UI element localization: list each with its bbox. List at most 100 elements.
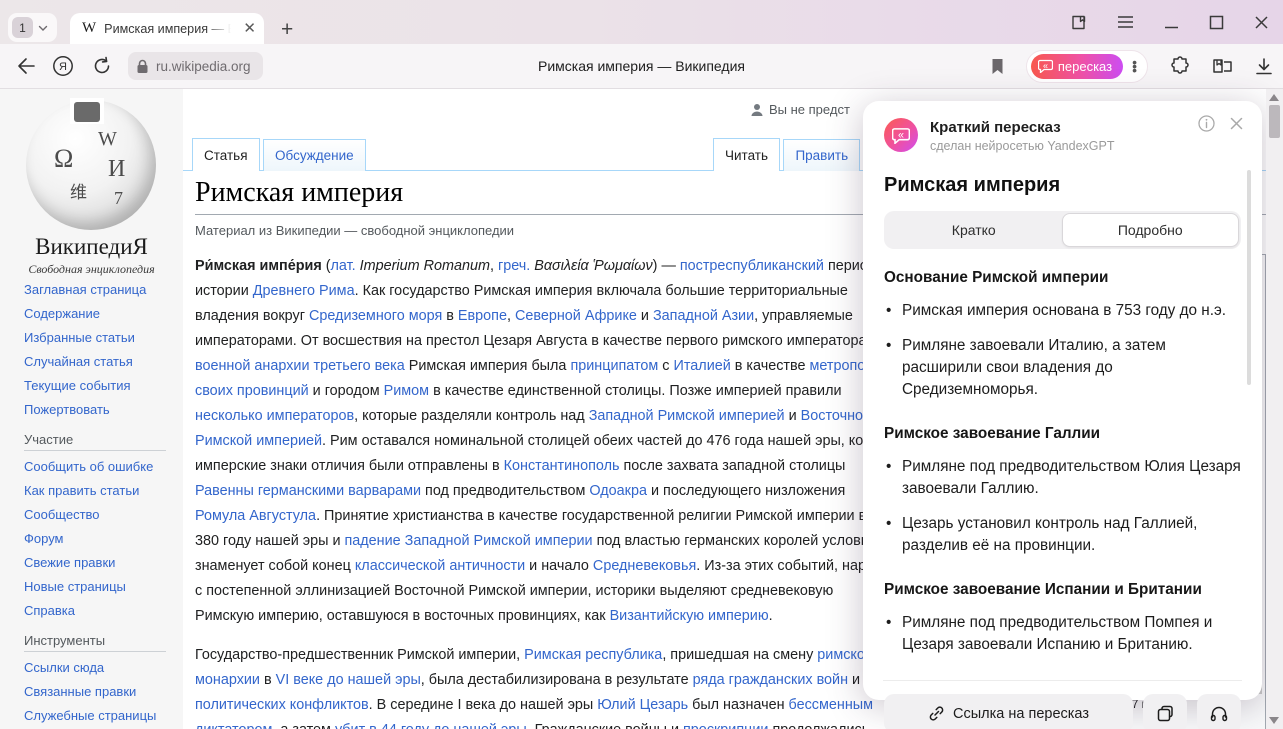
wiki-link[interactable]: Западной Римской империей xyxy=(589,408,785,424)
maximize-icon[interactable] xyxy=(1209,15,1224,30)
browser-scrollbar[interactable] xyxy=(1266,89,1283,729)
panel-scrollbar-thumb[interactable] xyxy=(1247,170,1251,385)
sidebar-link[interactable]: Избранные статьи xyxy=(24,330,135,345)
wiki-link[interactable]: Ромула Августула xyxy=(195,508,316,524)
wiki-link[interactable]: Европе xyxy=(458,308,507,324)
wiki-link[interactable]: принципатом xyxy=(570,358,658,374)
wiki-link[interactable]: лат. xyxy=(331,258,356,274)
sidebar-link[interactable]: Текущие события xyxy=(24,378,131,393)
article-text: и xyxy=(637,308,653,324)
bookmark-icon[interactable] xyxy=(991,58,1004,75)
tab-read[interactable]: Читать xyxy=(713,138,780,171)
collections-icon[interactable] xyxy=(1212,57,1233,76)
sidebar-link[interactable]: Новые страницы xyxy=(24,579,126,594)
sidebar-link[interactable]: Форум xyxy=(24,531,64,546)
summary-menu-icon[interactable]: ••• xyxy=(1132,60,1137,72)
article-text: , а затем xyxy=(272,722,335,729)
scroll-up-icon[interactable] xyxy=(1269,94,1279,101)
sidebar-link[interactable]: Свежие правки xyxy=(24,555,115,570)
summary-article-title: Римская империя xyxy=(884,174,1241,197)
scrollbar-thumb[interactable] xyxy=(1269,105,1280,138)
sidebar-link[interactable]: Сообщить об ошибке xyxy=(24,459,153,474)
yandex-icon[interactable]: Я xyxy=(52,55,74,77)
sidebar-link[interactable]: Справка xyxy=(24,603,75,618)
extensions-icon[interactable] xyxy=(1170,56,1190,76)
wiki-link[interactable]: Средневековья xyxy=(593,558,696,574)
svg-text:Я: Я xyxy=(59,61,67,73)
headphones-icon xyxy=(1210,705,1228,722)
summary-button-group: « пересказ ••• xyxy=(1026,50,1148,83)
sidebar-link[interactable]: Содержание xyxy=(24,306,100,321)
wiki-link[interactable]: VI веке до нашей эры xyxy=(276,672,421,688)
sidebar-link[interactable]: Как править статьи xyxy=(24,483,139,498)
scroll-down-icon[interactable] xyxy=(1269,717,1279,724)
wiki-link[interactable]: постреспубликанский xyxy=(680,258,824,274)
summary-button[interactable]: « пересказ xyxy=(1031,54,1123,79)
user-status[interactable]: Вы не предст xyxy=(750,102,850,117)
reload-icon[interactable] xyxy=(92,56,112,76)
back-icon[interactable] xyxy=(16,57,36,75)
minimize-icon[interactable] xyxy=(1164,15,1179,30)
sidebar-link[interactable]: Связанные правки xyxy=(24,684,136,699)
wiki-link[interactable]: ряда гражданских войн xyxy=(693,672,848,688)
wiki-link[interactable]: германскими варварами xyxy=(258,483,421,499)
article-text: . В середине I века до нашей эры xyxy=(369,697,598,713)
wiki-link[interactable]: классической античности xyxy=(355,558,525,574)
sidebar-link[interactable]: Пожертвовать xyxy=(24,402,110,417)
wiki-link[interactable]: Римом xyxy=(384,383,429,399)
close-window-icon[interactable] xyxy=(1254,15,1269,30)
wiki-link[interactable]: политических конфликтов xyxy=(195,697,369,713)
wiki-link[interactable]: Средиземного моря xyxy=(309,308,442,324)
sidebar-section-title: Инструменты xyxy=(24,633,166,652)
wikipedia-logo[interactable]: Ω W И 维 7 xyxy=(26,100,156,230)
tab-edit[interactable]: Править xyxy=(783,139,860,171)
mode-brief[interactable]: Кратко xyxy=(886,213,1062,247)
summary-bullet: Римляне под предводительством Юлия Цезар… xyxy=(884,456,1241,500)
menu-icon[interactable] xyxy=(1117,15,1134,29)
sidebar-link[interactable]: Заглавная страница xyxy=(24,282,146,297)
wiki-link[interactable]: Римская республика xyxy=(524,647,662,663)
address-bar[interactable]: ru.wikipedia.org xyxy=(128,52,263,80)
summary-link-button[interactable]: Ссылка на пересказ xyxy=(884,694,1133,729)
wiki-link[interactable]: военной анархии третьего века xyxy=(195,358,405,374)
wiki-link[interactable]: Византийскую империю xyxy=(610,608,769,624)
tab-discussion[interactable]: Обсуждение xyxy=(263,139,366,171)
sidebar-link[interactable]: Служебные страницы xyxy=(24,708,156,723)
article-text: ) — xyxy=(653,258,680,274)
wiki-wordmark-subtitle: Свободная энциклопедия xyxy=(0,262,183,277)
sidebar-link[interactable]: Ссылки сюда xyxy=(24,660,104,675)
article-text: и xyxy=(785,408,801,424)
wiki-link[interactable]: Древнего Рима xyxy=(253,283,355,299)
wikipedia-favicon: W xyxy=(82,20,96,37)
panel-close-icon[interactable] xyxy=(1229,116,1244,131)
tab-close-icon[interactable]: ✕ xyxy=(243,21,256,36)
sidebar-link[interactable]: Сообщество xyxy=(24,507,100,522)
tab-article[interactable]: Статья xyxy=(192,138,260,171)
info-icon[interactable] xyxy=(1198,115,1215,132)
user-status-label: Вы не предст xyxy=(769,102,850,117)
listen-button[interactable] xyxy=(1197,694,1241,729)
wiki-link[interactable]: Константинополь xyxy=(504,458,620,474)
wiki-link[interactable]: несколько императоров xyxy=(195,408,354,424)
wiki-link[interactable]: Северной Африке xyxy=(515,308,637,324)
wiki-link[interactable]: убит в 44 году до нашей эры xyxy=(335,722,527,729)
downloads-icon[interactable] xyxy=(1255,57,1273,76)
sidebar-link[interactable]: Случайная статья xyxy=(24,354,133,369)
wiki-link[interactable]: проскрипции xyxy=(683,722,768,729)
new-tab-button[interactable]: + xyxy=(281,19,293,40)
wiki-link[interactable]: греч. xyxy=(498,258,530,274)
article-text: , xyxy=(490,258,498,274)
wiki-link[interactable]: Италией xyxy=(674,358,731,374)
wiki-link[interactable]: Западной Азии xyxy=(653,308,754,324)
side-panel-icon[interactable] xyxy=(1070,14,1087,31)
wiki-wordmark[interactable]: ВикипедиЯ xyxy=(0,234,183,260)
wiki-link[interactable]: Равенны xyxy=(195,483,254,499)
mode-detailed[interactable]: Подробно xyxy=(1062,213,1240,247)
wiki-link[interactable]: падение Западной Римской империи xyxy=(344,533,592,549)
wiki-link[interactable]: Одоакра xyxy=(589,483,647,499)
copy-button[interactable] xyxy=(1143,694,1187,729)
wiki-link[interactable]: Юлий Цезарь xyxy=(597,697,688,713)
tab-counter[interactable]: 1 xyxy=(8,13,57,42)
browser-tab[interactable]: W Римская империя — В ✕ xyxy=(70,13,264,44)
yandexgpt-icon: « xyxy=(884,118,918,152)
